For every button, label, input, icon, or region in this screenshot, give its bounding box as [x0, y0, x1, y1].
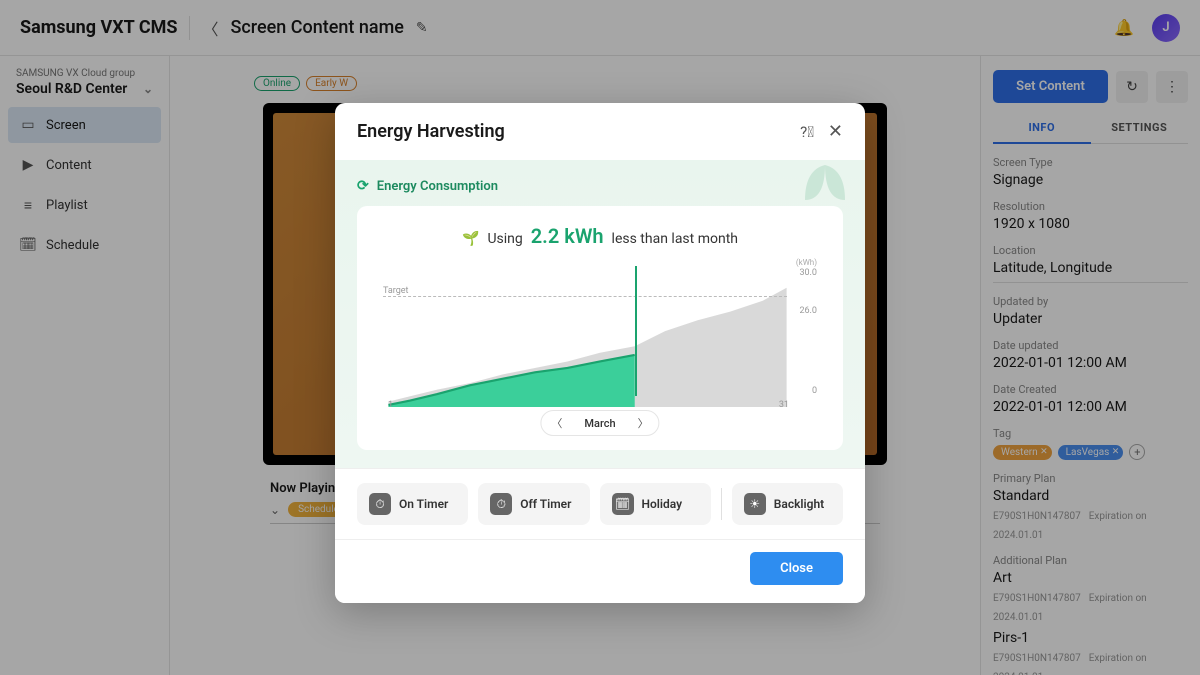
month-selector: 〈 March 〉	[540, 410, 659, 436]
chart-card: 🌱 Using 2.2 kWh less than last month Tar…	[357, 206, 843, 450]
help-icon[interactable]: ?⃝	[800, 123, 814, 141]
leaf-decoration-icon	[795, 160, 855, 210]
next-month-button[interactable]: 〉	[634, 415, 653, 431]
x-tick-left: 1	[388, 400, 393, 410]
x-tick-right: 31	[779, 400, 789, 410]
option-label: Off Timer	[520, 497, 571, 511]
today-marker	[635, 266, 637, 396]
on-timer-button[interactable]: ⏱ On Timer	[357, 483, 468, 525]
month-label: March	[584, 417, 615, 430]
sprout-icon: 🌱	[462, 231, 479, 247]
timer-icon: ⏱	[369, 493, 391, 515]
timer-off-icon: ⏱	[490, 493, 512, 515]
energy-modal: Energy Harvesting ?⃝ ✕ ⟳ Energy Consumpt…	[335, 103, 865, 603]
section-title: ⟳ Energy Consumption	[357, 178, 843, 194]
summary-line: 🌱 Using 2.2 kWh less than last month	[375, 224, 825, 248]
section-title-text: Energy Consumption	[377, 179, 498, 194]
option-row: ⏱ On Timer ⏱ Off Timer 🗓 Holiday ☀ Backlight	[335, 468, 865, 539]
y-tick-mid: 26.0	[799, 306, 817, 316]
y-tick-top: 30.0	[799, 268, 817, 278]
brightness-icon: ☀	[744, 493, 766, 515]
calendar-icon: 🗓	[612, 493, 634, 515]
modal-footer: Close	[335, 539, 865, 603]
holiday-button[interactable]: 🗓 Holiday	[600, 483, 711, 525]
energy-chart: Target (kWh) 30.0 26.0 0 1 31	[383, 266, 817, 396]
option-label: Backlight	[774, 497, 824, 511]
target-line	[383, 296, 787, 297]
close-button[interactable]: Close	[750, 552, 843, 585]
y-tick-bot: 0	[812, 386, 817, 396]
modal-header: Energy Harvesting ?⃝ ✕	[335, 103, 865, 160]
divider	[721, 488, 722, 520]
option-label: On Timer	[399, 497, 448, 511]
close-icon[interactable]: ✕	[828, 121, 843, 142]
prev-month-button[interactable]: 〈	[547, 415, 566, 431]
target-label: Target	[383, 286, 409, 296]
summary-prefix: Using	[487, 231, 522, 247]
summary-kwh: 2.2 kWh	[531, 224, 604, 248]
modal-title: Energy Harvesting	[357, 121, 505, 142]
modal-body: ⟳ Energy Consumption 🌱 Using 2.2 kWh les…	[335, 160, 865, 468]
energy-icon: ⟳	[357, 178, 369, 194]
option-label: Holiday	[642, 497, 683, 511]
modal-overlay: Energy Harvesting ?⃝ ✕ ⟳ Energy Consumpt…	[0, 0, 1200, 675]
backlight-button[interactable]: ☀ Backlight	[732, 483, 843, 525]
y-unit: (kWh)	[796, 258, 817, 267]
summary-suffix: less than last month	[612, 231, 738, 247]
modal-header-icons: ?⃝ ✕	[800, 121, 843, 142]
off-timer-button[interactable]: ⏱ Off Timer	[478, 483, 589, 525]
chart-svg	[383, 266, 817, 407]
